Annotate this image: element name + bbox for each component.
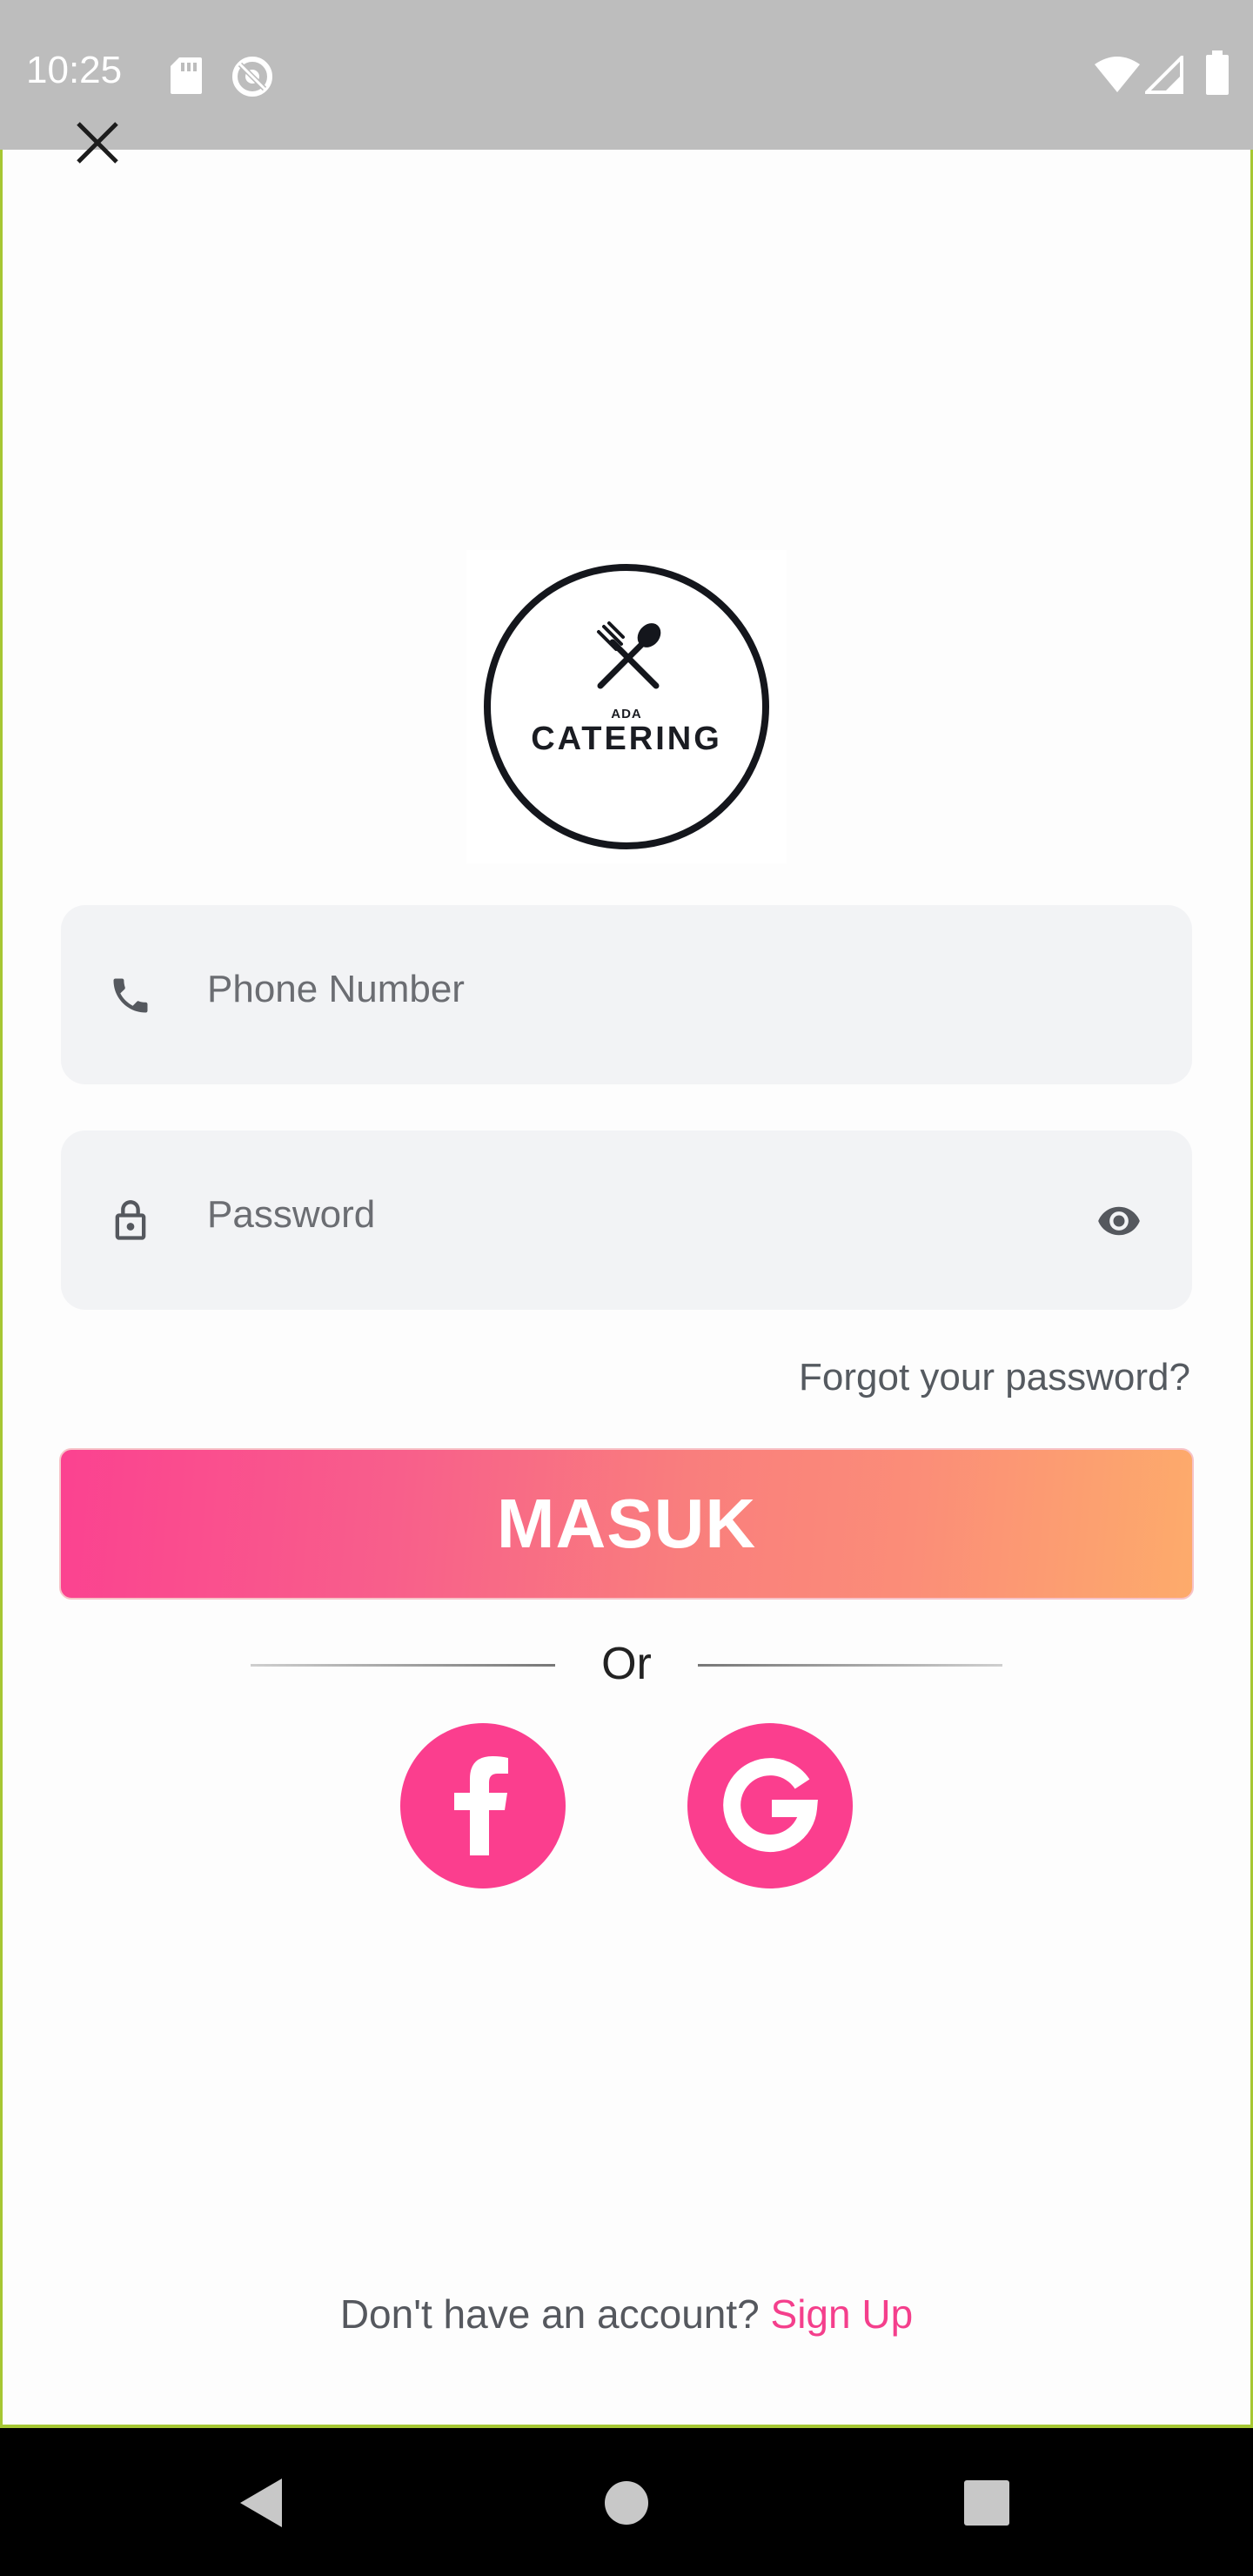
eye-icon[interactable]	[1093, 1198, 1145, 1244]
sd-card-icon	[171, 57, 202, 94]
signup-row: Don't have an account? Sign Up	[0, 2291, 1253, 2338]
status-bar: 10:25	[0, 0, 1253, 150]
divider-line-left	[251, 1664, 555, 1667]
lock-icon	[115, 1200, 146, 1240]
logo-brand-text: CATERING	[531, 721, 722, 757]
brand-logo: ADA CATERING	[466, 550, 787, 863]
close-button[interactable]	[61, 106, 134, 179]
facebook-icon	[454, 1756, 508, 1855]
recents-icon[interactable]	[964, 2480, 1009, 2526]
wifi-icon	[1095, 57, 1140, 92]
divider-line-right	[698, 1664, 1002, 1667]
divider-label: Or	[601, 1639, 652, 1689]
battery-icon	[1206, 50, 1229, 95]
signup-link[interactable]: Sign Up	[771, 2291, 914, 2337]
phone-number-placeholder: Phone Number	[207, 968, 465, 1010]
phone-number-field[interactable]: Phone Number	[61, 905, 1192, 1084]
status-time: 10:25	[26, 49, 123, 91]
home-icon[interactable]	[604, 2480, 649, 2526]
fork-spoon-icon	[597, 621, 661, 689]
signup-prompt: Don't have an account?	[339, 2291, 760, 2337]
facebook-login-button[interactable]	[400, 1723, 566, 1888]
password-placeholder: Password	[207, 1193, 376, 1236]
google-login-button[interactable]	[687, 1723, 853, 1888]
password-field[interactable]: Password	[61, 1130, 1192, 1310]
forgot-password-link[interactable]: Forgot your password?	[799, 1356, 1190, 1399]
masuk-button[interactable]: MASUK	[59, 1448, 1194, 1600]
do-not-disturb-icon	[232, 57, 272, 97]
close-icon	[77, 122, 118, 164]
back-icon[interactable]	[237, 2477, 285, 2529]
phone-icon	[113, 978, 148, 1013]
logo-small-text: ADA	[611, 707, 642, 721]
system-nav-bar	[0, 2428, 1253, 2576]
google-icon	[723, 1758, 818, 1853]
signal-icon	[1145, 56, 1183, 94]
